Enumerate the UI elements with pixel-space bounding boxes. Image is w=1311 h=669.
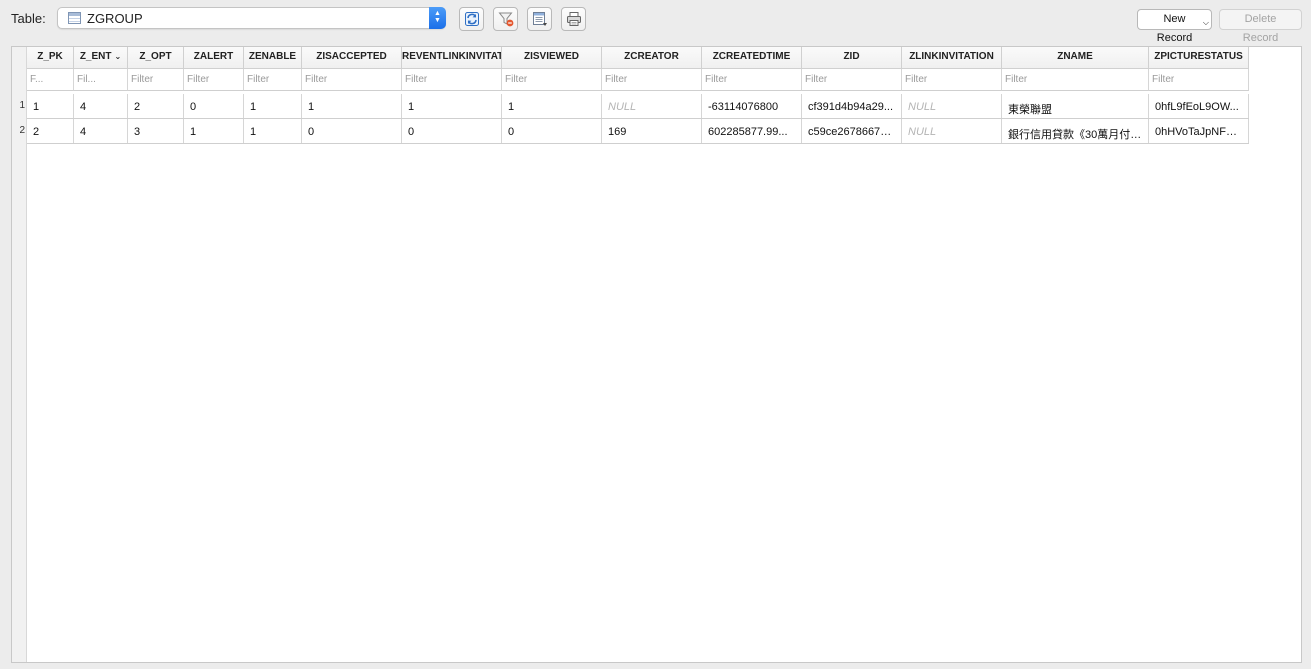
table-cell[interactable]: c59ce26786677... <box>802 119 902 143</box>
column-header-label: ZISACCEPTED <box>316 51 387 62</box>
table-cell[interactable]: 1 <box>302 94 402 118</box>
column-filter-input[interactable]: Filter <box>128 69 184 91</box>
column-header[interactable]: ZISVIEWED <box>502 47 602 69</box>
table-select-value: ZGROUP <box>87 11 143 26</box>
table-cell[interactable]: NULL <box>902 94 1002 118</box>
table-cell[interactable]: 1 <box>244 94 302 118</box>
delete-record-label: Delete Record <box>1242 13 1279 44</box>
filter-clear-icon <box>498 12 514 27</box>
table-cell[interactable]: 0hHVoTaJpNF3I... <box>1149 119 1249 143</box>
column-filter-input[interactable]: Filter <box>902 69 1002 91</box>
column-header-label: Z_OPT <box>139 51 172 62</box>
column-filter-input[interactable]: Filter <box>402 69 502 91</box>
column-header[interactable]: REVENTLINKINVITAT <box>402 47 502 69</box>
table-cell[interactable]: 0 <box>302 119 402 143</box>
column-header-label: ZISVIEWED <box>523 51 579 62</box>
table-cell[interactable]: 1 <box>402 94 502 118</box>
column-header-label: ZALERT <box>193 51 234 62</box>
table-label: Table: <box>11 11 46 26</box>
column-filter-input[interactable]: Filter <box>502 69 602 91</box>
chevron-down-icon[interactable]: ⌵ <box>1203 13 1209 32</box>
table-cell[interactable]: 東榮聯盟 <box>1002 94 1149 118</box>
delete-record-button: Delete Record <box>1219 9 1302 44</box>
table-cell[interactable]: 1 <box>244 119 302 143</box>
table-icon <box>68 12 81 24</box>
column-header-label: REVENTLINKINVITAT <box>402 51 502 62</box>
column-header-label: ZCREATOR <box>624 51 679 62</box>
column-header[interactable]: ZISACCEPTED <box>302 47 402 69</box>
column-header[interactable]: ZALERT <box>184 47 244 69</box>
table-cell[interactable]: 0 <box>184 94 244 118</box>
column-header-label: ZLINKINVITATION <box>909 51 994 62</box>
table-cell[interactable]: 1 <box>184 119 244 143</box>
table-cell[interactable]: 銀行信用貸款《30萬月付50... <box>1002 119 1149 143</box>
table-cell[interactable]: 0hfL9fEoL9OW... <box>1149 94 1249 118</box>
column-filter-input[interactable]: Filter <box>1149 69 1249 91</box>
table-cell[interactable]: 0 <box>402 119 502 143</box>
column-filter-input[interactable]: Filter <box>244 69 302 91</box>
print-icon <box>567 12 581 26</box>
column-filter-input[interactable]: Filter <box>302 69 402 91</box>
column-filter-input[interactable]: F... <box>27 69 74 91</box>
table-cell[interactable]: 3 <box>128 119 184 143</box>
column-header[interactable]: Z_OPT <box>128 47 184 69</box>
column-header[interactable]: ZENABLE <box>244 47 302 69</box>
table-cell[interactable]: cf391d4b94a29... <box>802 94 902 118</box>
table-cell[interactable]: 602285877.99... <box>702 119 802 143</box>
data-grid: 12 Z_PK F... Z_ENT ⌄ Fil... Z_OPT Filter ZALERT… <box>11 46 1302 663</box>
table-cell[interactable]: NULL <box>602 94 702 118</box>
select-arrows-icon[interactable]: ▲ ▼ <box>429 7 446 29</box>
column-filter-input[interactable]: Filter <box>184 69 244 91</box>
print-button[interactable] <box>561 7 586 31</box>
column-header[interactable]: ZCREATOR <box>602 47 702 69</box>
table-cell[interactable]: 1 <box>502 94 602 118</box>
column-header[interactable]: ZPICTURESTATUS <box>1149 47 1249 69</box>
table-cell[interactable]: 2 <box>27 119 74 143</box>
column-header[interactable]: ZNAME <box>1002 47 1149 69</box>
column-header[interactable]: ZID <box>802 47 902 69</box>
column-filter-input[interactable]: Filter <box>702 69 802 91</box>
table-cell[interactable]: 0 <box>502 119 602 143</box>
table-cell[interactable]: 2 <box>128 94 184 118</box>
column-header[interactable]: ZLINKINVITATION <box>902 47 1002 69</box>
column-header-label: ZPICTURESTATUS <box>1154 51 1243 62</box>
column-header-label: ZID <box>843 51 860 62</box>
toolbar: Table: ZGROUP ▲ ▼ New Record ⌵ Delete Re… <box>0 0 1311 44</box>
grid-header: Z_PK F... Z_ENT ⌄ Fil... Z_OPT Filter ZALERT Fil… <box>27 47 1249 91</box>
column-header-label: ZENABLE <box>248 51 297 62</box>
sort-descending-icon: ⌄ <box>114 52 122 61</box>
table-cell[interactable]: NULL <box>902 119 1002 143</box>
column-header-label: ZCREATEDTIME <box>712 51 791 62</box>
column-header-label: Z_ENT <box>79 51 112 62</box>
column-filter-input[interactable]: Filter <box>602 69 702 91</box>
column-filter-input[interactable]: Fil... <box>74 69 128 91</box>
table-cell[interactable]: -63114076800 <box>702 94 802 118</box>
row-divider <box>27 143 1249 144</box>
column-header[interactable]: Z_ENT ⌄ <box>74 47 128 69</box>
row-number[interactable]: 2 <box>12 125 25 136</box>
table-select[interactable]: ZGROUP ▲ ▼ <box>57 7 446 29</box>
column-header-label: Z_PK <box>37 51 63 62</box>
column-header-label: ZNAME <box>1057 51 1093 62</box>
table-cell[interactable]: 169 <box>602 119 702 143</box>
row-number[interactable]: 1 <box>12 100 25 111</box>
column-filter-input[interactable]: Filter <box>802 69 902 91</box>
column-filter-input[interactable]: Filter <box>1002 69 1149 91</box>
row-number-gutter: 12 <box>12 47 27 662</box>
table-cell[interactable]: 4 <box>74 94 128 118</box>
clear-filter-button[interactable] <box>493 7 518 31</box>
table-cell[interactable]: 4 <box>74 119 128 143</box>
refresh-icon <box>465 12 479 26</box>
refresh-button[interactable] <box>459 7 484 31</box>
column-header[interactable]: Z_PK <box>27 47 74 69</box>
export-button[interactable] <box>527 7 552 31</box>
new-record-button[interactable]: New Record ⌵ <box>1137 9 1212 44</box>
export-icon <box>533 12 547 26</box>
table-cell[interactable]: 1 <box>27 94 74 118</box>
column-header[interactable]: ZCREATEDTIME <box>702 47 802 69</box>
new-record-label: New Record <box>1156 13 1193 44</box>
